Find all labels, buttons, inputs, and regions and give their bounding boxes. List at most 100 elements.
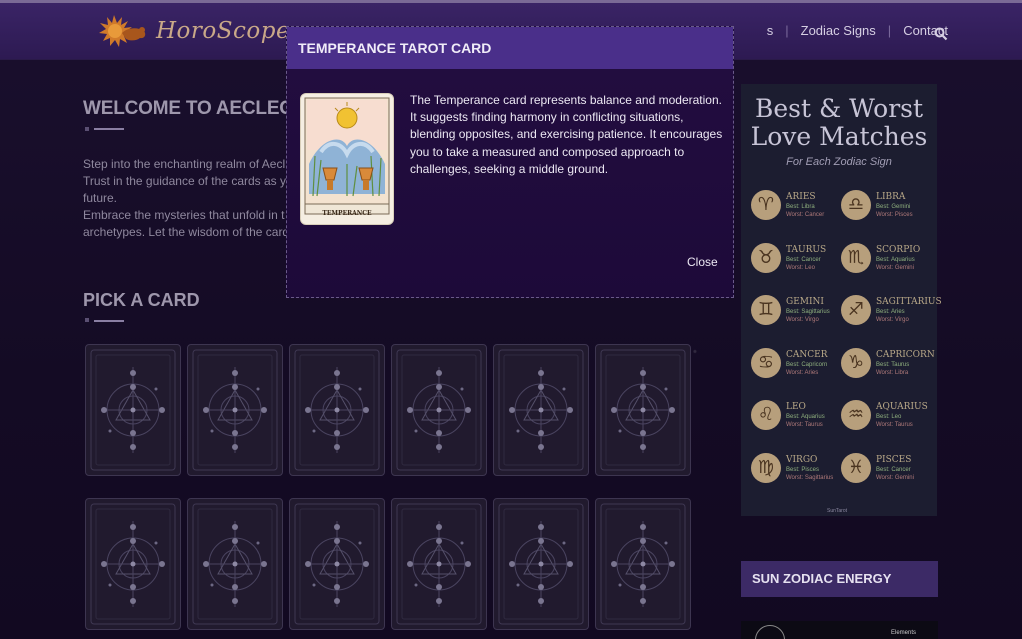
- tarot-card-back[interactable]: [289, 498, 385, 630]
- sun-leo-logo-icon: [99, 15, 146, 47]
- zodiac-best-match: Best: Aquarius: [786, 414, 825, 420]
- tarot-card-back[interactable]: [85, 344, 181, 476]
- zodiac-name: CANCER: [786, 349, 828, 360]
- zodiac-symbol-icon: ♍: [751, 452, 781, 483]
- zodiac-entry: ♎ LIBRA Best: Gemini Worst: Pisces: [841, 190, 941, 236]
- modal-title: TEMPERANCE TAROT CARD: [298, 40, 492, 56]
- zodiac-symbol-icon: ♈: [751, 190, 781, 220]
- main-nav: s | Zodiac Signs | Contact: [767, 23, 948, 38]
- sun-zodiac-title: SUN ZODIAC ENERGY: [752, 571, 892, 586]
- zodiac-best-match: Best: Libra: [786, 204, 815, 210]
- title-underline-dot: [85, 127, 89, 131]
- love-matches-panel: Best & Worst Love Matches For Each Zodia…: [741, 84, 942, 516]
- sun-zodiac-panel: Elements: [741, 621, 938, 639]
- card-back-pattern: [294, 503, 380, 625]
- nav-separator: |: [785, 23, 789, 38]
- card-back-pattern: [90, 503, 176, 625]
- intro-text: Step into the enchanting realm of Aecl T…: [83, 156, 288, 241]
- temperance-illustration: [304, 97, 390, 215]
- zodiac-best-match: Best: Aquarius: [876, 256, 915, 263]
- zodiac-symbol-icon: ♓: [841, 452, 871, 483]
- zodiac-name: PISCES: [876, 454, 912, 465]
- card-back-pattern: [90, 349, 176, 471]
- zodiac-entry: ♋ CANCER Best: Capricorn Worst: Aries: [751, 347, 851, 394]
- zodiac-best-match: Best: Gemini: [876, 204, 911, 210]
- zodiac-best-match: Best: Cancer: [786, 256, 821, 263]
- site-logo[interactable]: HoroScope: [92, 11, 290, 51]
- card-back-pattern: [192, 503, 278, 625]
- close-button[interactable]: Close: [687, 255, 718, 269]
- zodiac-symbol-icon: ♉: [751, 242, 781, 273]
- zodiac-best-match: Best: Leo: [876, 414, 902, 420]
- intro-line: Embrace the mysteries that unfold in t: [83, 208, 285, 222]
- card-back-pattern: [396, 503, 482, 625]
- tarot-card-back[interactable]: [85, 498, 181, 630]
- card-back-pattern: [600, 349, 686, 471]
- zodiac-symbol-icon: ♎: [841, 190, 871, 220]
- zodiac-symbol-icon: ♊: [751, 295, 781, 325]
- zodiac-worst-match: Worst: Pisces: [876, 212, 913, 218]
- nav-item-partial[interactable]: s: [767, 23, 774, 38]
- card-back-pattern: [600, 503, 686, 625]
- tarot-card-back[interactable]: [595, 344, 691, 476]
- pick-card-title: PICK A CARD: [83, 290, 200, 310]
- tarot-card-back[interactable]: [595, 498, 691, 630]
- nav-item-zodiac-signs[interactable]: Zodiac Signs: [801, 23, 876, 38]
- nav-separator: |: [887, 23, 892, 38]
- intro-line: Trust in the guidance of the cards as y: [83, 174, 286, 188]
- zodiac-worst-match: Worst: Leo: [786, 264, 815, 271]
- card-back-pattern: [498, 349, 584, 471]
- zodiac-worst-match: Worst: Gemini: [876, 474, 914, 481]
- zodiac-entry: ♑ CAPRICORN Best: Taurus Worst: Libra: [841, 347, 941, 394]
- zodiac-symbol-icon: ♏: [841, 242, 871, 273]
- temperance-card-image: TEMPERANCE: [300, 93, 394, 225]
- zodiac-entry: ♒ AQUARIUS Best: Leo Worst: Taurus: [841, 400, 941, 446]
- search-icon[interactable]: [934, 27, 948, 41]
- zodiac-best-match: Best: Capricorn: [786, 361, 828, 368]
- tarot-card-back[interactable]: [289, 344, 385, 476]
- love-title-line2: Love Matches: [750, 122, 928, 151]
- zodiac-symbol-icon: ♑: [841, 347, 871, 378]
- modal-header: TEMPERANCE TAROT CARD: [287, 27, 733, 69]
- zodiac-name: SCORPIO: [876, 244, 921, 255]
- zodiac-worst-match: Worst: Virgo: [786, 317, 819, 323]
- modal-description: The Temperance card represents balance a…: [410, 93, 723, 176]
- zodiac-name: LIBRA: [876, 192, 906, 202]
- zodiac-entry: ♓ PISCES Best: Cancer Worst: Gemini: [841, 452, 941, 499]
- zodiac-symbol-icon: ♌: [751, 400, 781, 430]
- zodiac-best-match: Best: Pisces: [786, 466, 820, 473]
- zodiac-worst-match: Worst: Sagittarius: [786, 474, 834, 481]
- zodiac-best-match: Best: Sagittarius: [786, 309, 830, 315]
- zodiac-name: SAGITTARIUS: [876, 297, 942, 307]
- tarot-modal: TEMPERANCE TAROT CARD TEMPERANCE The Tem…: [286, 26, 734, 298]
- tarot-card-back[interactable]: [493, 344, 589, 476]
- title-underline: [94, 128, 124, 130]
- zodiac-worst-match: Worst: Cancer: [786, 212, 825, 218]
- card-back-pattern: [498, 503, 584, 625]
- tarot-card-back[interactable]: [391, 498, 487, 630]
- zodiac-entry: ♈ ARIES Best: Libra Worst: Cancer: [751, 190, 851, 236]
- tarot-card-back[interactable]: [391, 344, 487, 476]
- zodiac-worst-match: Worst: Gemini: [876, 264, 914, 271]
- zodiac-symbol-icon: ♋: [751, 347, 781, 378]
- tarot-card-back[interactable]: [187, 344, 283, 476]
- zodiac-best-match: Best: Aries: [876, 309, 905, 315]
- card-back-pattern: [294, 349, 380, 471]
- love-title-line1: Best & Worst: [754, 94, 924, 123]
- zodiac-name: AQUARIUS: [876, 402, 928, 412]
- sun-zodiac-header: SUN ZODIAC ENERGY: [741, 561, 938, 597]
- zodiac-worst-match: Worst: Taurus: [876, 422, 913, 428]
- zodiac-entry: ♏ SCORPIO Best: Aquarius Worst: Gemini: [841, 242, 941, 289]
- tarot-card-back[interactable]: [187, 498, 283, 630]
- zodiac-entry: ♍ VIRGO Best: Pisces Worst: Sagittarius: [751, 452, 851, 499]
- love-footer: SunTarot: [827, 508, 848, 514]
- intro-line: future.: [83, 191, 118, 205]
- zodiac-name: GEMINI: [786, 297, 824, 307]
- pick-underline-dot: [85, 318, 89, 322]
- zodiac-worst-match: Worst: Taurus: [786, 422, 823, 428]
- tarot-card-back[interactable]: [493, 498, 589, 630]
- zodiac-symbol-icon: ♐: [841, 295, 871, 325]
- intro-line: archetypes. Let the wisdom of the card: [83, 225, 288, 239]
- zodiac-entry: ♊ GEMINI Best: Sagittarius Worst: Virgo: [751, 295, 851, 341]
- zodiac-worst-match: Worst: Aries: [786, 369, 819, 376]
